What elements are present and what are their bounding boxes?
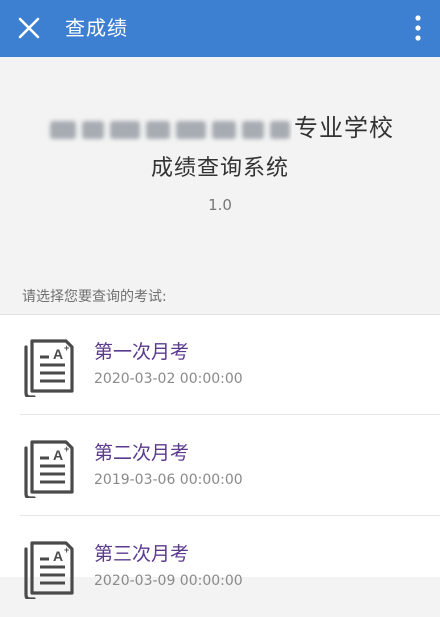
exam-item[interactable]: A + 第一次月考 2020-03-02 00:00:00 [0, 315, 440, 415]
school-name-suffix: 专业学校 [294, 114, 394, 142]
exam-date: 2019-03-06 00:00:00 [94, 472, 243, 488]
exam-name: 第一次月考 [94, 341, 190, 363]
system-title: 成绩查询系统 [150, 156, 289, 181]
exam-name: 第二次月考 [94, 442, 190, 464]
exam-item[interactable]: A + 第三次月考 2020-03-09 00:00:00 [0, 517, 440, 617]
exam-select-prompt: 请选择您要查询的考试: [22, 289, 167, 305]
svg-text:A: A [53, 346, 63, 362]
redacted-school-name [42, 115, 292, 145]
svg-text:+: + [64, 343, 69, 353]
svg-text:+: + [64, 444, 69, 454]
exam-list: A + 第一次月考 2020-03-02 00:00:00 A + 第二次月考 … [0, 314, 440, 599]
divider [20, 515, 440, 516]
svg-text:+: + [64, 545, 69, 555]
svg-text:A: A [53, 447, 63, 463]
exam-item[interactable]: A + 第二次月考 2019-03-06 00:00:00 [0, 416, 440, 516]
svg-text:A: A [53, 548, 63, 564]
version-label: 1.0 [208, 196, 232, 214]
divider [20, 414, 440, 415]
exam-date: 2020-03-09 00:00:00 [94, 573, 243, 589]
exam-paper-icon: A + [24, 339, 74, 397]
page-title: 查成绩 [65, 16, 128, 40]
more-vertical-icon [415, 15, 421, 41]
exam-name: 第三次月考 [94, 543, 190, 565]
system-header: 专业学校 成绩查询系统 1.0 [0, 57, 440, 272]
close-button[interactable] [14, 13, 44, 43]
exam-paper-icon: A + [24, 541, 74, 599]
more-options-button[interactable] [410, 14, 426, 42]
exam-date: 2020-03-02 00:00:00 [94, 371, 243, 387]
app-bar: 查成绩 [0, 0, 440, 57]
exam-paper-icon: A + [24, 440, 74, 498]
close-icon [18, 17, 40, 39]
